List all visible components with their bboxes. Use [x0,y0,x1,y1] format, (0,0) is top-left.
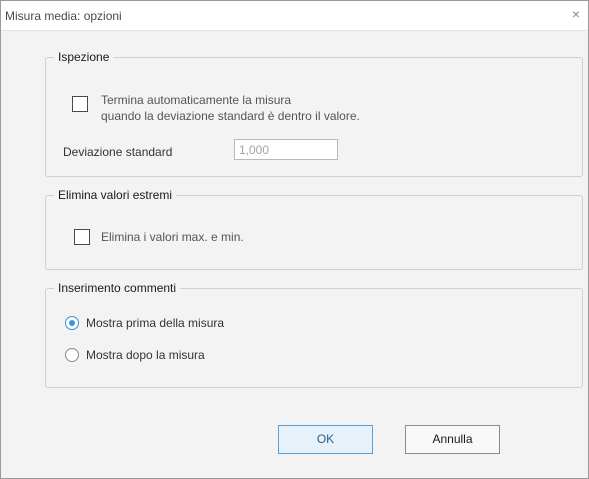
cancel-button[interactable]: Annulla [405,425,500,454]
extremes-group: Elimina valori estremi Elimina i valori … [45,188,583,270]
auto-stop-label-line1: Termina automaticamente la misura [101,93,292,107]
title-bar[interactable]: Misura media: opzioni × [1,1,588,31]
ok-button[interactable]: OK [278,425,373,454]
std-dev-input[interactable]: 1,000 [234,139,338,160]
auto-stop-label-line2: quando la deviazione standard è dentro i… [101,109,360,123]
dialog-window: Misura media: opzioni × Ispezione Termin… [0,0,589,479]
radio-show-before-label: Mostra prima della misura [86,316,225,330]
std-dev-label: Deviazione standard [63,145,173,159]
auto-stop-checkbox[interactable] [72,96,88,112]
inspection-group: Ispezione Termina automaticamente la mis… [45,50,583,177]
radio-show-before[interactable] [65,316,79,330]
inspection-legend: Ispezione [54,50,114,64]
remove-extremes-label: Elimina i valori max. e min. [101,230,244,244]
close-icon[interactable]: × [568,6,584,22]
remove-extremes-checkbox[interactable] [74,229,90,245]
radio-show-after[interactable] [65,348,79,362]
extremes-legend: Elimina valori estremi [54,188,177,202]
window-title: Misura media: opzioni [5,9,122,23]
comments-legend: Inserimento commenti [54,281,181,295]
radio-show-after-label: Mostra dopo la misura [86,348,205,362]
comments-group: Inserimento commenti Mostra prima della … [45,281,583,388]
